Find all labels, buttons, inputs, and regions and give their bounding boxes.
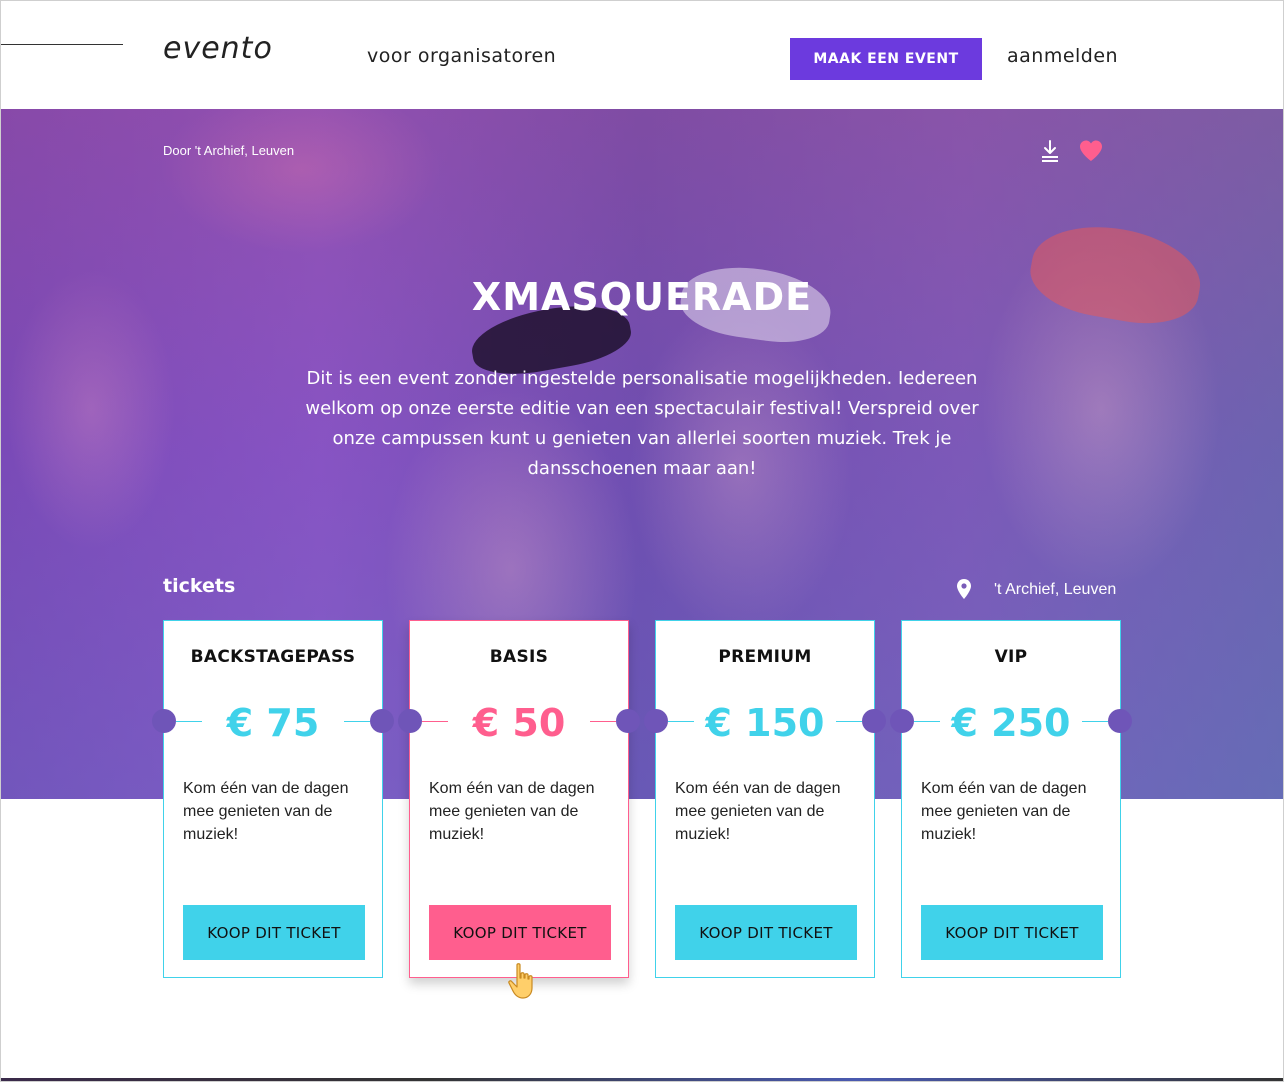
ticket-description: Kom één van de dagen mee genieten van de… [675, 780, 841, 843]
event-organizer: Door 't Archief, Leuven [163, 143, 295, 158]
event-location[interactable]: 't Archief, Leuven [994, 581, 1116, 599]
ticket-name: BACKSTAGEPASS [190, 647, 356, 667]
buy-ticket-button[interactable]: KOOP DIT TICKET [921, 905, 1103, 960]
ticket-description: Kom één van de dagen mee genieten van de… [429, 780, 595, 843]
buy-ticket-button[interactable]: KOOP DIT TICKET [429, 905, 611, 960]
hand-pointer-cursor-icon [508, 963, 533, 999]
buy-ticket-button[interactable]: KOOP DIT TICKET [183, 905, 365, 960]
ticket-description: Kom één van de dagen mee genieten van de… [183, 780, 349, 843]
ticket-card-premium: PREMIUM € 150 Kom één van de dagen mee g… [644, 620, 886, 978]
ticket-price: € 75 [226, 701, 320, 745]
header-divider [1, 44, 123, 45]
ticket-name: PREMIUM [718, 647, 812, 667]
ticket-price: € 150 [705, 701, 825, 745]
event-description: Dit is een event zonder ingestelde perso… [305, 368, 979, 479]
ticket-price: € 250 [951, 701, 1071, 745]
make-event-button[interactable]: MAAK EEN EVENT [790, 38, 982, 80]
tickets-heading: tickets [163, 575, 236, 597]
login-link[interactable]: aanmelden [1007, 45, 1118, 67]
ticket-name: BASIS [489, 647, 549, 667]
ticket-card-backstagepass: BACKSTAGEPASS € 75 Kom één van de dagen … [152, 620, 394, 978]
ticket-price: € 50 [472, 701, 566, 745]
location-pin-icon [957, 579, 971, 599]
heart-icon[interactable] [1078, 139, 1104, 163]
nav-link-organizers[interactable]: voor organisatoren [367, 45, 556, 67]
browser-frame: evento voor organisatoren MAAK EEN EVENT… [0, 0, 1284, 1082]
next-section-edge [1, 1078, 1283, 1081]
ticket-description: Kom één van de dagen mee genieten van de… [921, 780, 1087, 843]
ticket-card-vip: VIP € 250 Kom één van de dagen mee genie… [890, 620, 1132, 978]
ticket-card-basis: BASIS € 50 Kom één van de dagen mee geni… [398, 620, 640, 978]
download-icon[interactable] [1039, 139, 1061, 163]
ticket-name: VIP [994, 647, 1028, 667]
buy-ticket-button[interactable]: KOOP DIT TICKET [675, 905, 857, 960]
site-logo[interactable]: evento [163, 31, 273, 66]
event-title: XMASQUERADE [471, 275, 813, 319]
site-header: evento voor organisatoren MAAK EEN EVENT… [1, 1, 1283, 109]
